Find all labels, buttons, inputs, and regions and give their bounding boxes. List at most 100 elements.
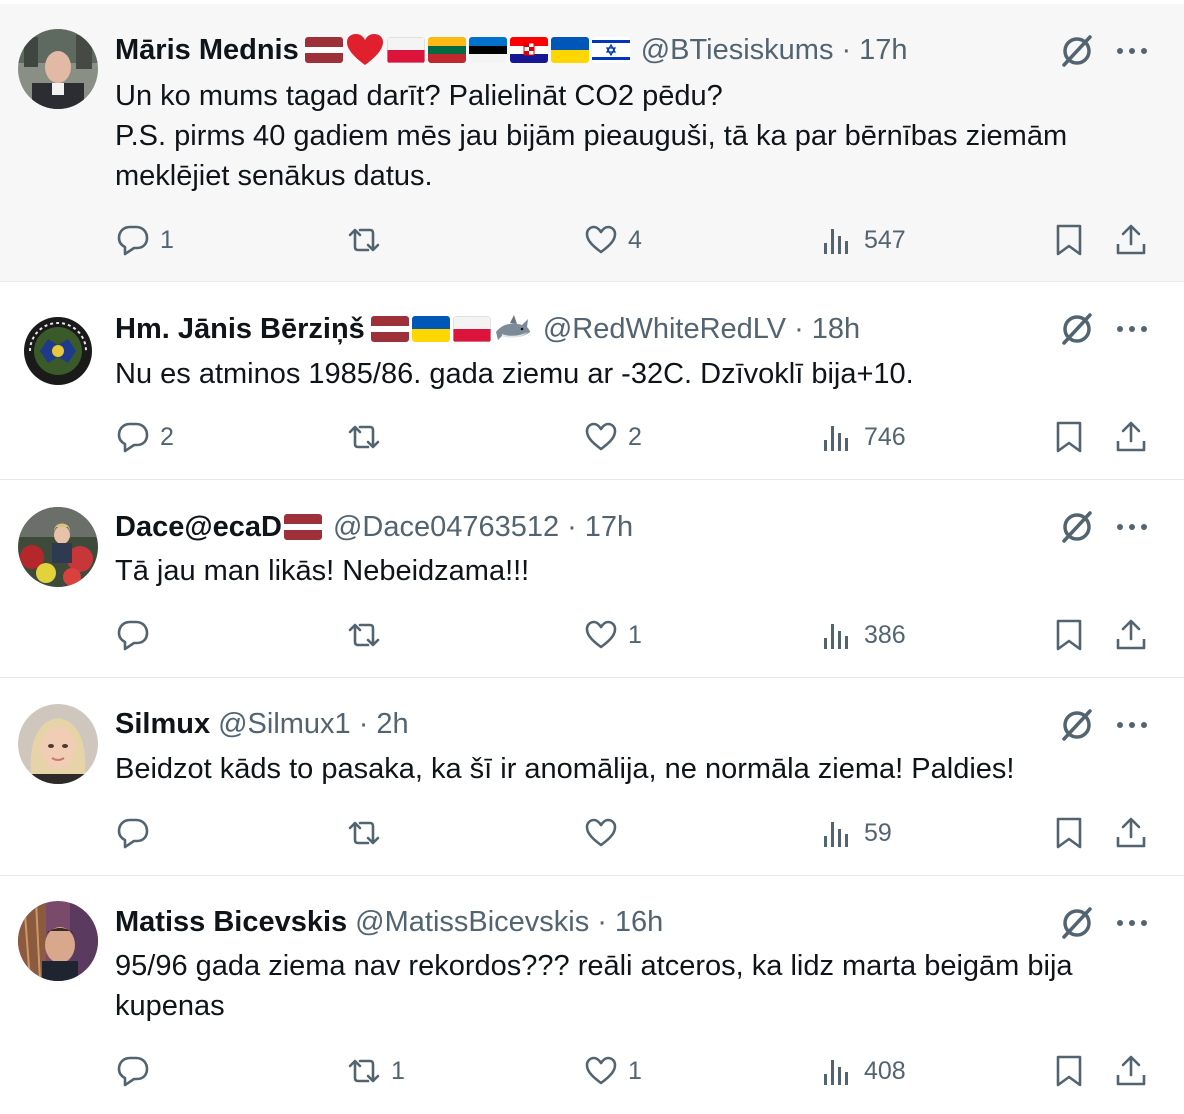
repost-button[interactable]: [347, 417, 391, 457]
share-icon: [1114, 1054, 1148, 1088]
grok-icon[interactable]: [1058, 508, 1096, 546]
author-name[interactable]: Hm. Jānis Bērziņš: [115, 309, 365, 349]
latvia-flag-icon: [304, 37, 343, 63]
share-icon: [1114, 618, 1148, 652]
timestamp[interactable]: 16h: [615, 902, 663, 942]
share-button[interactable]: [1114, 417, 1148, 457]
views-button[interactable]: 408: [820, 1051, 906, 1091]
repost-icon: [347, 1054, 381, 1088]
share-button[interactable]: [1114, 813, 1148, 853]
grok-icon[interactable]: [1058, 706, 1096, 744]
grok-icon[interactable]: [1058, 32, 1096, 70]
tweet-actions: 2 2 746: [0, 417, 1184, 457]
reply-count: 1: [160, 225, 174, 254]
repost-icon: [347, 618, 381, 652]
repost-icon: [347, 420, 381, 454]
latvia-flag-icon: [370, 316, 409, 342]
more-options-icon[interactable]: [1112, 36, 1152, 66]
shark-icon: [494, 312, 532, 346]
like-button[interactable]: 2: [584, 417, 642, 457]
tweet[interactable]: Silmux @Silmux1 · 2h Beidzot kāds to pas…: [0, 678, 1184, 876]
like-button[interactable]: 4: [584, 220, 642, 260]
tweet-text: Beidzot kāds to pasaka, ka šī ir anomāli…: [115, 753, 1015, 785]
author-name[interactable]: Silmux: [115, 704, 210, 744]
views-icon: [820, 420, 854, 454]
reply-button[interactable]: 2: [116, 417, 174, 457]
like-button[interactable]: 1: [584, 615, 642, 655]
author-handle[interactable]: @Dace04763512: [333, 507, 559, 547]
like-count: 1: [628, 620, 642, 649]
repost-button[interactable]: [347, 813, 391, 853]
reply-count: 2: [160, 422, 174, 451]
avatar[interactable]: [18, 507, 98, 587]
latvia-flag-icon: [283, 514, 322, 540]
views-button[interactable]: 59: [820, 813, 892, 853]
tweet[interactable]: Hm. Jānis Bērziņš @RedWhiteRedLV · 18h N…: [0, 282, 1184, 480]
share-button[interactable]: [1114, 615, 1148, 655]
reply-button[interactable]: 1: [116, 220, 174, 260]
author-handle[interactable]: @RedWhiteRedLV: [543, 309, 786, 349]
repost-icon: [347, 816, 381, 850]
timestamp[interactable]: 17h: [859, 30, 907, 70]
bookmark-button[interactable]: [1052, 813, 1086, 853]
heart-icon: [584, 618, 618, 652]
like-button[interactable]: 1: [584, 1051, 642, 1091]
timestamp[interactable]: 2h: [376, 704, 408, 744]
repost-button[interactable]: [347, 220, 391, 260]
tweet[interactable]: Matiss Bicevskis @MatissBicevskis · 16h …: [0, 876, 1184, 1114]
avatar[interactable]: [18, 311, 98, 391]
views-button[interactable]: 386: [820, 615, 906, 655]
author-handle[interactable]: @Silmux1: [218, 704, 351, 744]
reply-button[interactable]: [116, 813, 160, 853]
views-count: 386: [864, 620, 906, 649]
grok-icon[interactable]: [1058, 904, 1096, 942]
timestamp[interactable]: 18h: [812, 309, 860, 349]
reply-icon: [116, 618, 150, 652]
tweet-text: Un ko mums tagad darīt? Palielināt CO2 p…: [115, 80, 1068, 192]
bookmark-icon: [1052, 618, 1086, 652]
tweet-text: 95/96 gada ziema nav rekordos??? reāli a…: [115, 950, 1081, 1022]
grok-icon[interactable]: [1058, 310, 1096, 348]
avatar[interactable]: [18, 704, 98, 784]
share-button[interactable]: [1114, 1051, 1148, 1091]
tweet-actions: 1 1 408: [0, 1051, 1184, 1091]
author-handle[interactable]: @BTiesiskums: [641, 30, 834, 70]
author-name[interactable]: Dace@ecaD: [115, 507, 282, 547]
poland-flag-icon: [452, 316, 491, 342]
avatar[interactable]: [18, 901, 98, 981]
timestamp[interactable]: 17h: [585, 507, 633, 547]
bookmark-button[interactable]: [1052, 615, 1086, 655]
repost-button[interactable]: [347, 615, 391, 655]
bookmark-icon: [1052, 816, 1086, 850]
tweet[interactable]: Māris Mednis @BTiesiskums · 17h Un ko mu…: [0, 4, 1184, 282]
repost-button[interactable]: 1: [347, 1051, 405, 1091]
repost-count: 1: [391, 1056, 405, 1085]
heart-icon: [584, 816, 618, 850]
bookmark-button[interactable]: [1052, 1051, 1086, 1091]
avatar[interactable]: [18, 29, 98, 109]
more-options-icon[interactable]: [1112, 314, 1152, 344]
views-button[interactable]: 547: [820, 220, 906, 260]
views-count: 408: [864, 1056, 906, 1085]
poland-flag-icon: [386, 37, 425, 63]
reply-icon: [116, 420, 150, 454]
separator-dot: ·: [841, 34, 852, 66]
author-handle[interactable]: @MatissBicevskis: [355, 902, 589, 942]
reply-button[interactable]: [116, 1051, 160, 1091]
more-options-icon[interactable]: [1112, 710, 1152, 740]
like-button[interactable]: [584, 813, 628, 853]
tweet[interactable]: Dace@ecaD @Dace04763512 · 17h Tā jau man…: [0, 480, 1184, 678]
author-name[interactable]: Māris Mednis: [115, 30, 299, 70]
share-button[interactable]: [1114, 220, 1148, 260]
tweet-actions: 59: [0, 813, 1184, 853]
more-options-icon[interactable]: [1112, 512, 1152, 542]
separator-dot: ·: [794, 313, 804, 345]
bookmark-button[interactable]: [1052, 417, 1086, 457]
heart-icon: [584, 420, 618, 454]
author-name[interactable]: Matiss Bicevskis: [115, 902, 347, 942]
bookmark-button[interactable]: [1052, 220, 1086, 260]
more-options-icon[interactable]: [1112, 908, 1152, 938]
name-emoji-group: [304, 33, 633, 67]
views-button[interactable]: 746: [820, 417, 906, 457]
reply-button[interactable]: [116, 615, 160, 655]
